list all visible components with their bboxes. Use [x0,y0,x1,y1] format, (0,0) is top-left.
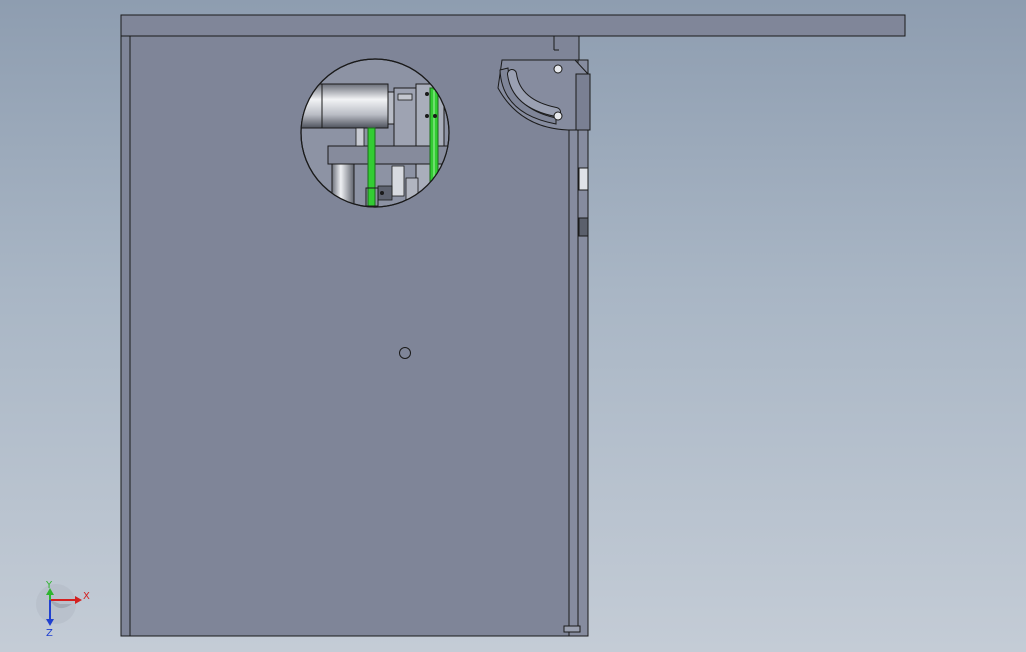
reference-triad: X Y Z [36,580,90,639]
x-axis-label: X [83,591,90,602]
z-axis-label: Z [46,628,53,639]
graphics-viewport[interactable]: X Y Z [0,0,1026,652]
y-axis-label: Y [45,580,53,591]
model-view[interactable]: X Y Z [0,0,1026,652]
top-plate[interactable] [120,14,906,37]
